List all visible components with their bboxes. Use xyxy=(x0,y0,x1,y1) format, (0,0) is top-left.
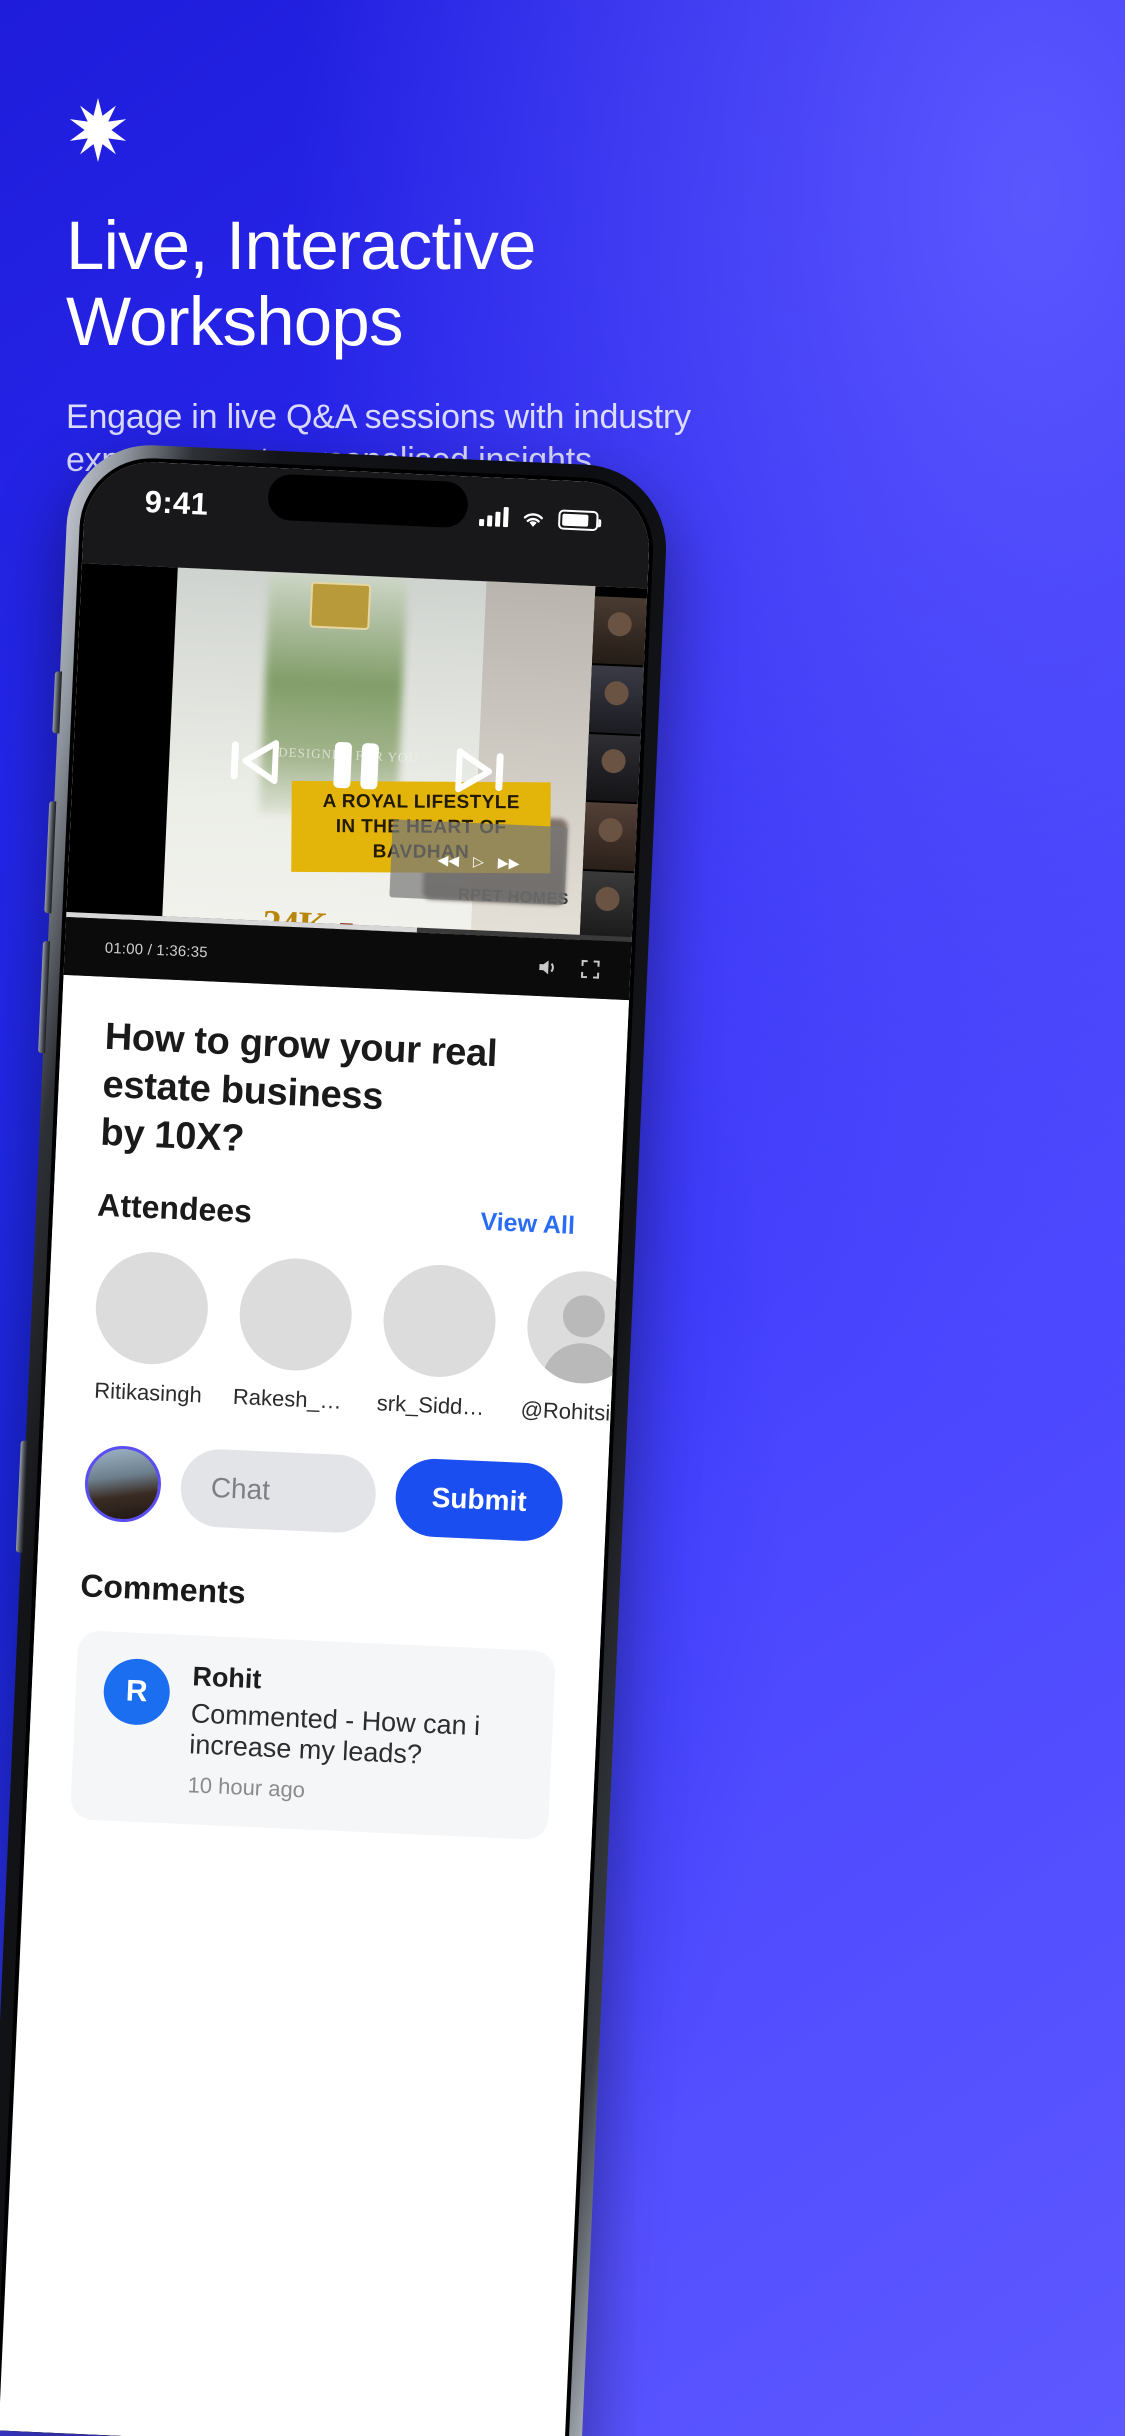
phone-mute-switch[interactable] xyxy=(52,671,63,734)
comment-text: Commented - How can i increase my leads? xyxy=(188,1698,481,1770)
comment-timestamp: 10 hour ago xyxy=(187,1772,306,1803)
participant-tile[interactable] xyxy=(579,871,635,941)
content-sheet: How to grow your real estate business by… xyxy=(24,974,630,1883)
sparkle-star-icon xyxy=(69,98,127,162)
chat-input[interactable]: Chat xyxy=(179,1447,378,1535)
avatar xyxy=(93,1249,211,1367)
video-channel-logo xyxy=(309,581,372,630)
fullscreen-icon[interactable] xyxy=(580,959,601,980)
video-timestamp: 01:00 / 1:36:35 xyxy=(104,939,209,961)
phone-mockup: 9:41 DESIGNED YOU A ROYAL LIFESTYLE IN T… xyxy=(0,441,670,2436)
attendee-name: srk_Siddha... xyxy=(376,1390,496,1421)
comment-item[interactable]: R Rohit Commented - How can i increase m… xyxy=(70,1630,556,1841)
comment-body: Rohit Commented - How can i increase my … xyxy=(187,1661,527,1813)
view-all-link[interactable]: View All xyxy=(480,1208,576,1241)
battery-icon xyxy=(557,508,599,531)
workshop-title: How to grow your real estate business by… xyxy=(99,1015,499,1161)
attendee-item[interactable]: srk_Siddha... xyxy=(376,1262,501,1421)
pause-icon[interactable] xyxy=(325,733,388,798)
attendees-label: Attendees xyxy=(96,1186,253,1230)
avatar xyxy=(237,1256,355,1373)
avatar xyxy=(381,1262,498,1380)
phone-frame: 9:41 DESIGNED YOU A ROYAL LIFESTYLE IN T… xyxy=(0,441,670,2436)
video-player[interactable]: DESIGNED FOR YOU A ROYAL LIFESTYLE IN TH… xyxy=(63,563,648,1001)
phone-screen: 9:41 DESIGNED YOU A ROYAL LIFESTYLE IN T… xyxy=(0,459,652,2436)
signal-bars-icon xyxy=(478,505,509,528)
participant-tile[interactable] xyxy=(588,664,644,734)
attendee-name: Ritikasingh xyxy=(93,1377,203,1408)
skip-next-icon[interactable] xyxy=(448,738,513,803)
video-inner-controls: ◀◀ ▷ ▶▶ xyxy=(389,819,568,905)
phone-bezel: 9:41 DESIGNED YOU A ROYAL LIFESTYLE IN T… xyxy=(0,455,657,2436)
attendee-item[interactable]: Ritikasingh xyxy=(89,1249,214,1409)
status-icons xyxy=(478,505,599,531)
avatar-placeholder xyxy=(524,1268,619,1386)
participant-tile[interactable] xyxy=(582,802,638,872)
submit-button[interactable]: Submit xyxy=(394,1457,565,1543)
comment-avatar: R xyxy=(102,1657,172,1727)
attendee-item[interactable]: Rakesh_Singh xyxy=(232,1256,357,1415)
attendees-list[interactable]: Ritikasingh Rakesh_Singh srk_Siddha... @… xyxy=(45,1222,619,1427)
participant-tile[interactable] xyxy=(585,733,641,803)
dynamic-island xyxy=(267,473,469,529)
attendee-item[interactable]: @Rohitsingh xyxy=(520,1268,619,1427)
volume-icon[interactable] xyxy=(536,957,561,978)
status-clock: 9:41 xyxy=(143,484,210,522)
wifi-icon xyxy=(523,512,543,527)
participant-tile[interactable] xyxy=(591,596,647,666)
attendee-name: Rakesh_Singh xyxy=(232,1383,352,1416)
hero-section: Live, Interactive Workshops Engage in li… xyxy=(66,98,726,482)
skip-previous-icon[interactable] xyxy=(222,728,287,793)
current-user-avatar xyxy=(83,1444,163,1524)
attendee-name: @Rohitsingh xyxy=(520,1396,619,1427)
page-title: Live, Interactive Workshops xyxy=(66,207,536,360)
